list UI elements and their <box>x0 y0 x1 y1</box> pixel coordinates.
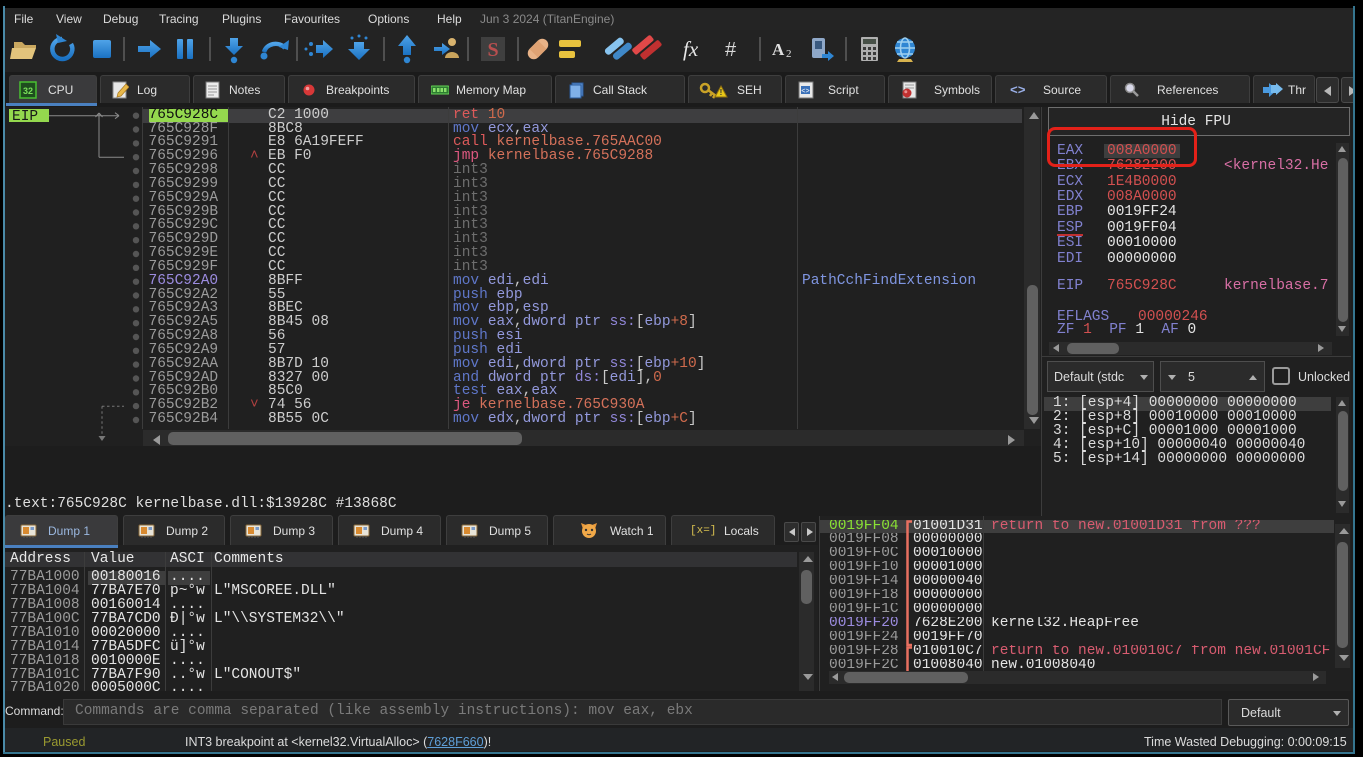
svg-text:2: 2 <box>786 48 792 60</box>
svg-text:32: 32 <box>23 86 33 96</box>
svg-text:S: S <box>487 39 498 61</box>
svg-text:<>: <> <box>801 88 809 96</box>
svg-text:fx: fx <box>683 37 699 61</box>
svg-text:A: A <box>772 40 785 59</box>
svg-text:<>: <> <box>1010 83 1026 98</box>
svg-text:#: # <box>725 39 737 61</box>
svg-text:!: ! <box>720 88 723 97</box>
